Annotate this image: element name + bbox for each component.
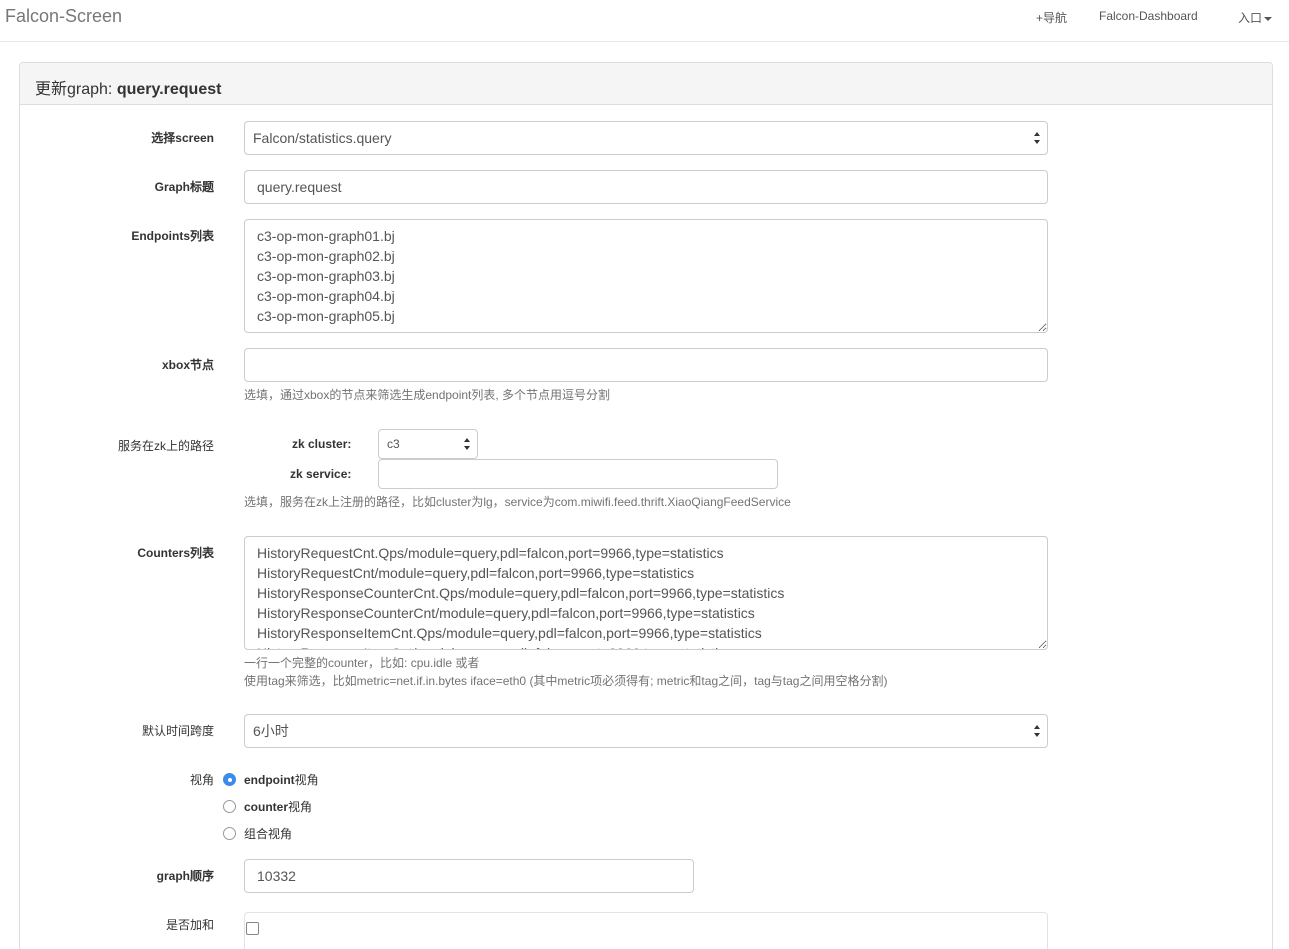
- sum-container: [244, 912, 1048, 949]
- graph-title-label: Graph标题: [154, 180, 214, 194]
- xbox-input[interactable]: [244, 348, 1048, 382]
- view-option-label: 组合视角: [244, 827, 293, 841]
- navbar: Falcon-Screen +导航 Falcon-Dashboard 入口: [0, 0, 1289, 42]
- zk-help: 选填，服务在zk上注册的路径，比如cluster为lg，service为com.…: [244, 495, 791, 509]
- graph-title-input[interactable]: [244, 170, 1048, 204]
- zk-service-label: zk service:: [290, 467, 352, 481]
- entry-label: 入口: [1238, 11, 1263, 25]
- panel-heading: 更新graph: query.request: [20, 63, 1272, 105]
- panel-title: 更新graph: query.request: [35, 75, 221, 99]
- view-label: 视角: [189, 773, 214, 787]
- endpoints-label: Endpoints列表: [131, 229, 214, 243]
- screen-select-wrap: Falcon/statistics.query: [244, 121, 1048, 155]
- counters-help-line1: 一行一个完整的counter，比如: cpu.idle 或者: [244, 656, 480, 670]
- zk-cluster-select-wrap: c3: [378, 429, 478, 459]
- screen-label: 选择screen: [151, 131, 214, 145]
- view-option-counter[interactable]: counter视角: [223, 798, 312, 815]
- zk-path-label: 服务在zk上的路径: [117, 439, 214, 453]
- sum-label: 是否加和: [165, 918, 214, 932]
- endpoints-textarea[interactable]: c3-op-mon-graph01.bj c3-op-mon-graph02.b…: [244, 219, 1048, 333]
- xbox-help: 选填，通过xbox的节点来筛选生成endpoint列表, 多个节点用逗号分割: [244, 388, 611, 402]
- radio-unchecked-icon[interactable]: [223, 800, 236, 813]
- dashboard-link[interactable]: Falcon-Dashboard: [1099, 9, 1198, 23]
- view-option-label: endpoint视角: [244, 773, 319, 787]
- title-graph-name: query.request: [116, 81, 222, 98]
- sum-checkbox[interactable]: [246, 922, 259, 935]
- timespan-label: 默认时间跨度: [141, 724, 214, 738]
- position-label: graph顺序: [156, 869, 214, 883]
- view-option-label: counter视角: [244, 800, 313, 814]
- radio-unchecked-icon[interactable]: [223, 827, 236, 840]
- counters-help-line2: 使用tag来筛选，比如metric=net.if.in.bytes iface=…: [244, 674, 888, 688]
- counters-label: Counters列表: [137, 546, 214, 560]
- brand-link[interactable]: Falcon-Screen: [5, 6, 122, 27]
- zk-cluster-select[interactable]: c3: [378, 429, 478, 459]
- timespan-select[interactable]: 6小时: [244, 714, 1048, 748]
- radio-checked-icon[interactable]: [223, 773, 236, 786]
- xbox-label: xbox节点: [161, 358, 214, 372]
- zk-service-input[interactable]: [378, 459, 778, 489]
- timespan-select-wrap: 6小时: [244, 714, 1048, 748]
- title-prefix: 更新graph:: [35, 81, 117, 98]
- position-input[interactable]: [244, 859, 694, 893]
- screen-select[interactable]: Falcon/statistics.query: [244, 121, 1048, 155]
- view-option-endpoint[interactable]: endpoint视角: [223, 771, 319, 788]
- entry-dropdown[interactable]: 入口: [1238, 9, 1273, 26]
- add-nav-link[interactable]: +导航: [1036, 9, 1067, 26]
- counters-textarea[interactable]: HistoryRequestCnt.Qps/module=query,pdl=f…: [244, 536, 1048, 650]
- caret-down-icon: [1264, 16, 1273, 21]
- zk-cluster-label: zk cluster:: [292, 437, 352, 451]
- view-option-combined[interactable]: 组合视角: [223, 825, 292, 842]
